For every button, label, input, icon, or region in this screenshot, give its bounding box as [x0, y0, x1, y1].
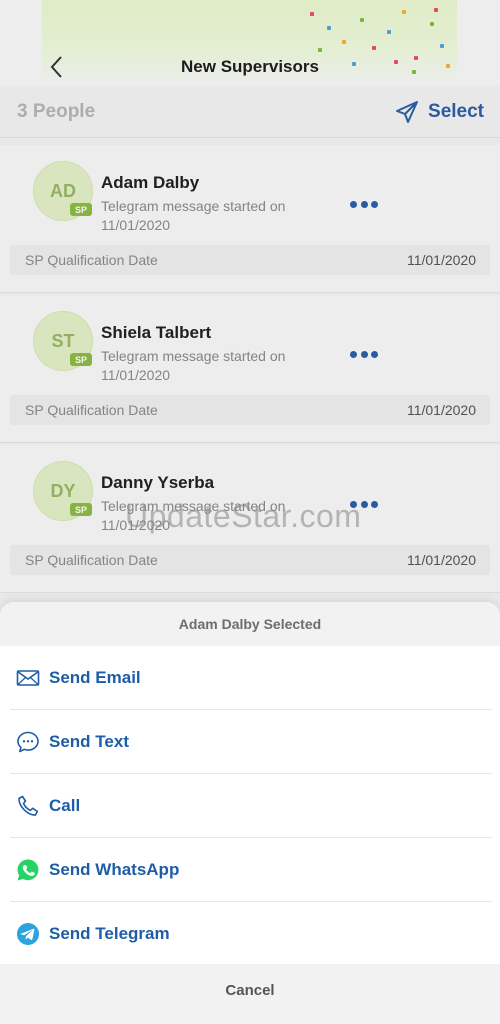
cancel-area: Cancel: [0, 964, 500, 1024]
action-label: Send Email: [49, 668, 141, 687]
phone-icon: [16, 794, 40, 818]
action-sheet: Adam Dalby Selected Send Email Send Text…: [0, 602, 500, 1024]
send-whatsapp-action[interactable]: Send WhatsApp: [0, 838, 500, 902]
telegram-icon: [16, 922, 40, 946]
call-action[interactable]: Call: [0, 774, 500, 838]
send-text-action[interactable]: Send Text: [0, 710, 500, 774]
whatsapp-icon: [16, 858, 40, 882]
action-label: Send Text: [49, 732, 129, 751]
chat-bubble-icon: [16, 730, 40, 754]
supervisors-screen: New Supervisors 3 People Select AD SP Ad…: [0, 0, 500, 1024]
mail-icon: [16, 666, 40, 690]
action-label: Call: [49, 796, 81, 815]
action-label: Send WhatsApp: [49, 860, 180, 879]
cancel-button[interactable]: Cancel: [0, 982, 500, 999]
send-email-action[interactable]: Send Email: [0, 646, 500, 710]
action-sheet-title: Adam Dalby Selected: [0, 602, 500, 646]
action-label: Send Telegram: [49, 924, 170, 943]
send-telegram-action[interactable]: Send Telegram: [0, 902, 500, 966]
